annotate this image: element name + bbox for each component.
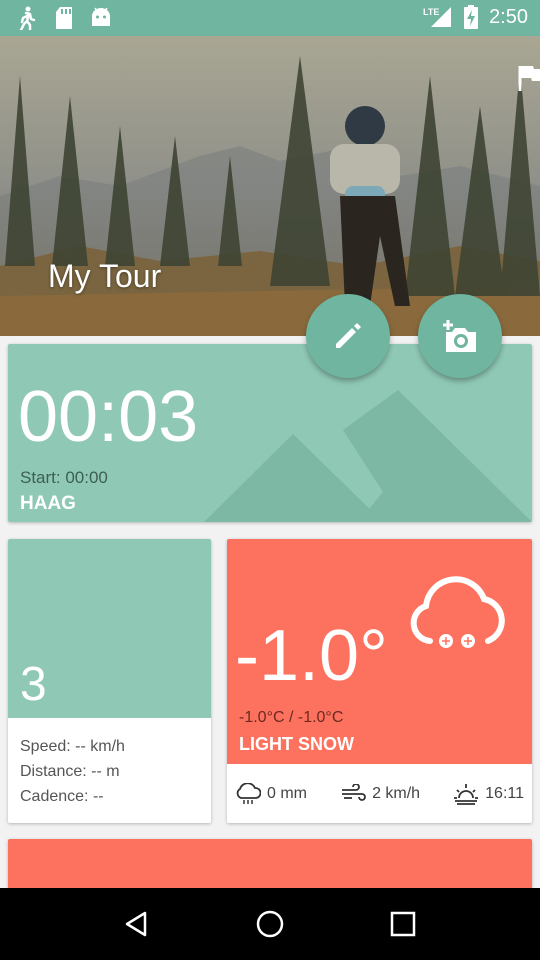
- start-time: Start: 00:00: [20, 468, 108, 487]
- cadence-label: Cadence: --: [20, 788, 104, 805]
- add-photo-button[interactable]: [418, 294, 502, 378]
- weather-condition: LIGHT SNOW: [239, 734, 354, 754]
- clock: 2:50: [489, 5, 528, 28]
- wind-value: 2 km/h: [372, 784, 421, 802]
- location-label: HAAG: [20, 493, 76, 514]
- navigation-bar: [0, 888, 540, 960]
- stats-header: 3: [8, 539, 211, 718]
- sunset-icon: [454, 783, 479, 805]
- stats-value: 3: [20, 658, 47, 711]
- temperature-range: -1.0°C / -1.0°C: [239, 709, 344, 726]
- recents-button[interactable]: [373, 894, 433, 954]
- home-icon: [256, 910, 284, 938]
- rain-cloud-icon: [236, 782, 261, 804]
- status-bar: LTE 2:50: [0, 0, 540, 36]
- network-label: LTE: [423, 7, 439, 17]
- weather-header: -1.0° -1.0°C / -1.0°C LIGHT SNOW: [227, 539, 532, 764]
- weather-details: 0 mm 2 km/h 16:11: [227, 764, 532, 823]
- sd-card-icon: [56, 7, 72, 29]
- add-photo-icon: [443, 320, 476, 352]
- sunset-value: 16:11: [485, 784, 524, 802]
- back-icon: [125, 911, 146, 937]
- snow-cloud-icon: [406, 575, 512, 663]
- back-button[interactable]: [107, 894, 167, 954]
- walk-icon: [19, 6, 36, 30]
- edit-tour-button[interactable]: [306, 294, 390, 378]
- home-button[interactable]: [240, 894, 300, 954]
- wind-item: 2 km/h: [340, 783, 421, 804]
- temperature: -1.0°: [235, 616, 388, 696]
- precipitation-item: 0 mm: [235, 782, 307, 805]
- pencil-icon: [336, 323, 361, 348]
- elapsed-time: 00:03: [18, 377, 199, 457]
- sunset-item: 16:11: [453, 782, 524, 806]
- wind-icon: [342, 783, 366, 801]
- weather-card[interactable]: -1.0° -1.0°C / -1.0°C LIGHT SNOW 0 mm 2 …: [227, 539, 532, 823]
- speed-label: Speed: -- km/h: [20, 738, 125, 755]
- tour-title: My Tour: [48, 258, 162, 294]
- hero-image: My Tour: [0, 36, 540, 336]
- recents-icon: [391, 911, 416, 937]
- signal-icon: LTE: [423, 7, 452, 27]
- stats-card[interactable]: 3 Speed: -- km/h Distance: -- m Cadence:…: [8, 539, 211, 823]
- android-icon: [92, 7, 110, 26]
- distance-label: Distance: -- m: [20, 763, 120, 780]
- precipitation-value: 0 mm: [267, 784, 307, 802]
- battery-charging-icon: [464, 5, 479, 29]
